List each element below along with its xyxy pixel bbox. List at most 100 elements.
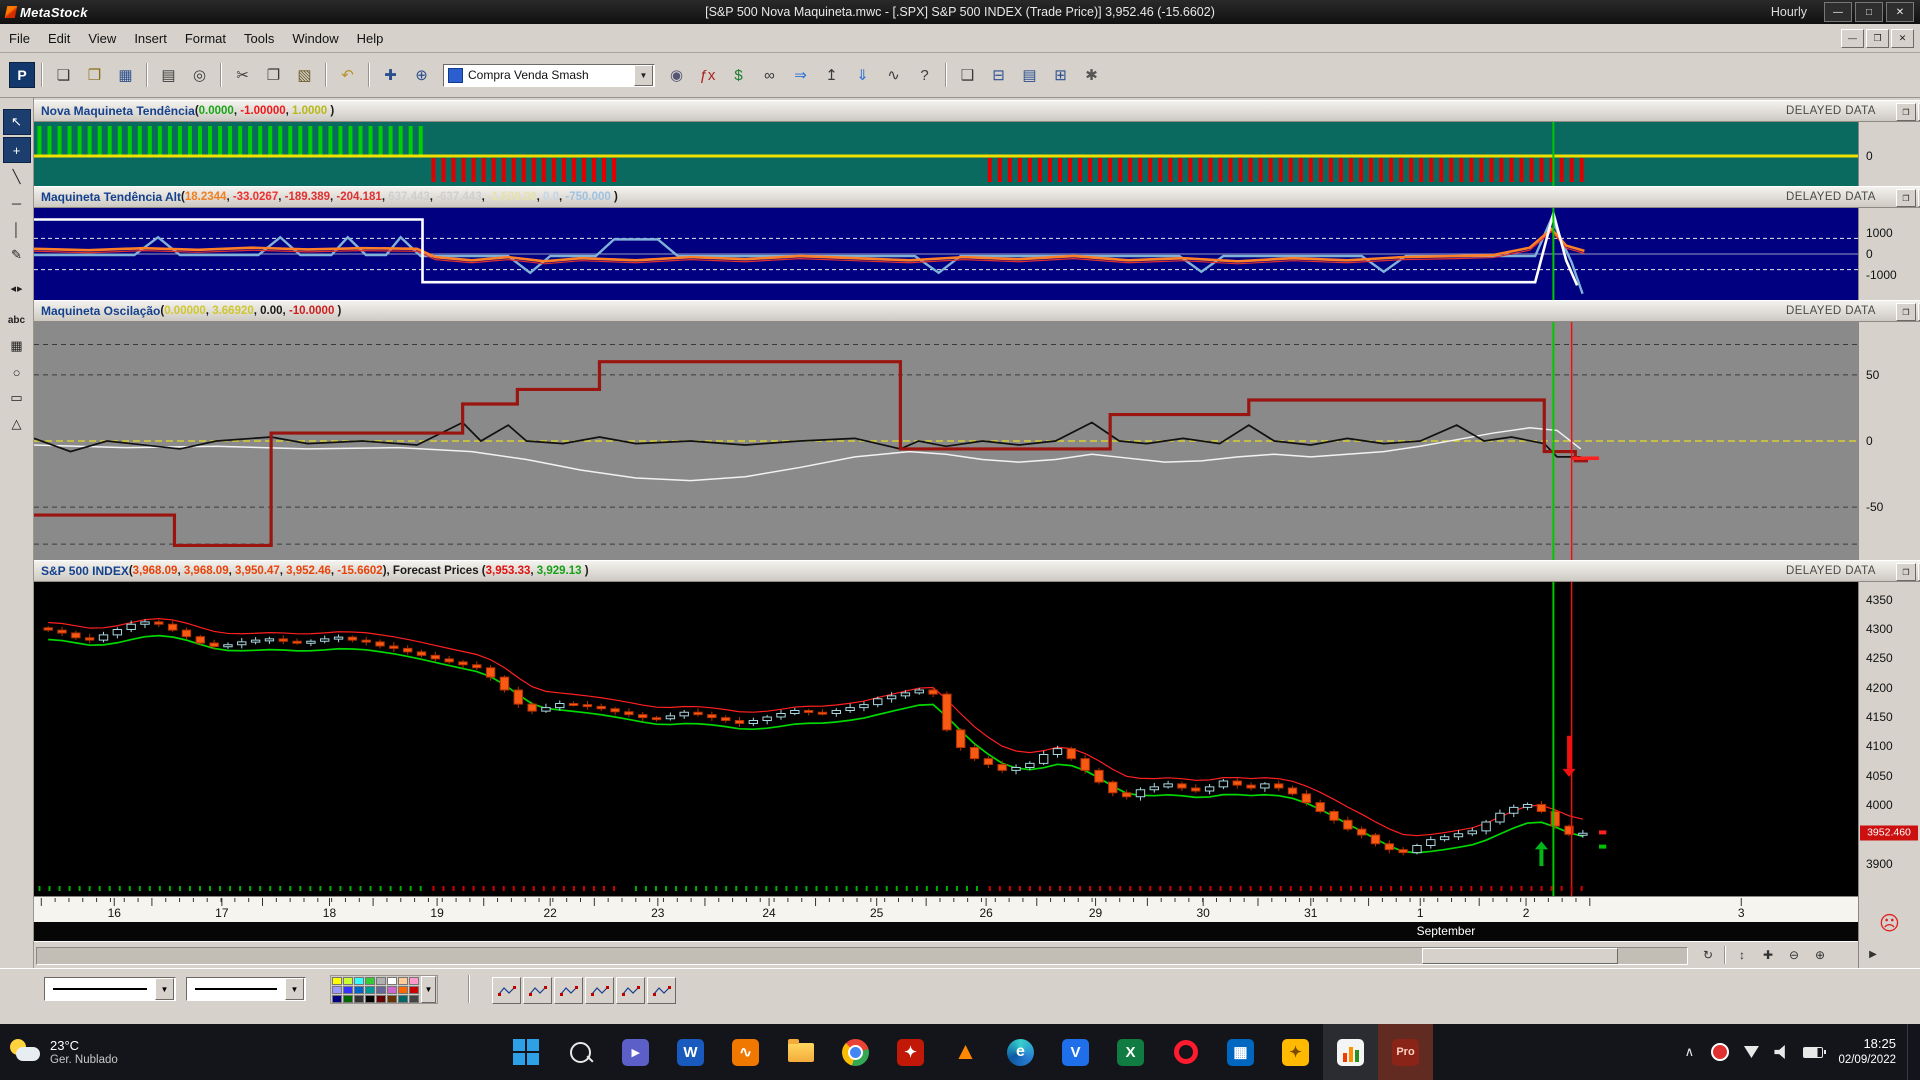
color-swatch[interactable] [398,977,408,985]
zoom-in-button[interactable]: ⊕ [1808,945,1832,965]
menu-help[interactable]: Help [348,27,393,50]
weather-widget[interactable]: 23°CGer. Nublado [10,1024,118,1080]
menu-window[interactable]: Window [283,27,347,50]
panel-chart-area-1[interactable] [34,122,1858,186]
color-palette[interactable]: ▼ [330,975,438,1004]
menu-insert[interactable]: Insert [125,27,176,50]
panel-restore-button[interactable]: ❐ [1896,189,1916,207]
chevron-down-icon[interactable]: ▼ [155,978,174,1000]
search-button[interactable] [553,1024,608,1080]
menu-format[interactable]: Format [176,27,235,50]
panel-chart-area-3[interactable] [34,322,1858,560]
scrollbar-thumb[interactable] [1422,948,1618,964]
preset-dropdown[interactable]: Compra Venda Smash▼ [443,64,655,87]
app-edge[interactable]: e [993,1024,1048,1080]
text-tool[interactable]: abc [4,308,30,332]
open-button[interactable]: ❒ [80,61,109,89]
vertical-zoom-button[interactable]: ↕ [1730,945,1754,965]
color-swatch[interactable] [409,977,419,985]
chart-preset-6[interactable] [647,977,676,1004]
grid-tool[interactable]: ▦ [4,334,30,358]
app-chrome[interactable] [828,1024,883,1080]
color-swatch[interactable] [332,977,342,985]
study-line-tool[interactable]: ✎ [4,243,30,267]
scroll-right-button[interactable]: ▸ [17,282,23,295]
menu-file[interactable]: File [0,27,39,50]
color-swatch[interactable] [354,986,364,994]
system-tester-button[interactable]: ∿ [879,61,908,89]
line-weight-select[interactable]: ▼ [186,977,306,1001]
color-swatch[interactable] [398,986,408,994]
indicator-quicklist-button[interactable]: ◉ [662,61,691,89]
color-swatch[interactable] [365,977,375,985]
color-swatch[interactable] [354,977,364,985]
tile-horizontal-button[interactable]: ⊟ [984,61,1013,89]
color-swatch[interactable] [409,986,419,994]
chart-preset-4[interactable] [585,977,614,1004]
tray-security-icon[interactable] [1708,1040,1732,1064]
expert-advisor-button[interactable]: ⇒ [786,61,815,89]
minimize-button[interactable]: — [1824,2,1852,22]
taskbar-clock[interactable]: 18:2502/09/2022 [1838,1036,1896,1068]
layout-button[interactable]: ↥ [817,61,846,89]
chart-preset-3[interactable] [554,977,583,1004]
volume-icon[interactable] [1770,1040,1794,1064]
app-notes[interactable]: ✦ [1268,1024,1323,1080]
expert-advisor-icon[interactable]: ☹ [1879,914,1900,934]
panel-restore-button[interactable]: ❐ [1896,103,1916,121]
trendline-tool[interactable]: ╲ [4,165,30,189]
color-swatch[interactable] [409,995,419,1003]
menu-tools[interactable]: Tools [235,27,283,50]
color-swatch[interactable] [398,995,408,1003]
scroll-left-button[interactable]: ◂ [10,282,16,295]
color-swatch[interactable] [343,977,353,985]
zoom-mode-button[interactable]: ⊕ [407,61,436,89]
color-swatch[interactable] [354,995,364,1003]
tile-vertical-button[interactable]: ⊞ [1046,61,1075,89]
show-desktop-button[interactable] [1907,1024,1912,1080]
mdi-restore-button[interactable]: ❐ [1866,29,1889,48]
color-swatch[interactable] [376,995,386,1003]
rectangle-tool[interactable]: ▭ [4,386,30,410]
context-help-button[interactable]: ? [910,61,939,89]
money-manager-button[interactable]: $ [724,61,753,89]
close-button[interactable]: ✕ [1886,2,1914,22]
copy-button[interactable]: ❐ [259,61,288,89]
save-button[interactable]: ▦ [111,61,140,89]
app-explorer[interactable] [773,1024,828,1080]
menu-view[interactable]: View [79,27,125,50]
color-swatch[interactable] [343,986,353,994]
pointer-mode-button[interactable]: ✚ [376,61,405,89]
app-opera[interactable] [1158,1024,1213,1080]
paste-button[interactable]: ▧ [290,61,319,89]
color-swatch[interactable] [365,986,375,994]
panel-chart-area-4[interactable] [34,582,1858,896]
ellipse-tool[interactable]: ○ [4,360,30,384]
panel-restore-button[interactable]: ❐ [1896,303,1916,321]
start-button[interactable] [498,1024,553,1080]
maximize-button[interactable]: □ [1855,2,1883,22]
app-calculator[interactable]: ▦ [1213,1024,1268,1080]
pointer-tool[interactable]: ↖ [3,109,31,135]
triangle-tool[interactable]: △ [4,412,30,436]
color-swatch[interactable] [376,986,386,994]
chart-preset-2[interactable] [523,977,552,1004]
color-swatch[interactable] [387,995,397,1003]
new-chart-button[interactable]: ❏ [49,61,78,89]
power-console-button[interactable]: P [9,62,35,88]
app-media[interactable]: ▸ [608,1024,663,1080]
horizontal-line-tool[interactable]: ─ [4,191,30,215]
line-style-select[interactable]: ▼ [44,977,176,1001]
panel-chart-area-2[interactable] [34,208,1858,300]
function-button[interactable]: ƒx [693,61,722,89]
app-metastock-running[interactable] [1323,1024,1378,1080]
color-swatch[interactable] [332,995,342,1003]
battery-icon[interactable] [1801,1040,1825,1064]
wifi-icon[interactable] [1739,1040,1763,1064]
zoom-out-button[interactable]: ⊖ [1782,945,1806,965]
chart-preset-5[interactable] [616,977,645,1004]
explorer-button[interactable]: ∞ [755,61,784,89]
app-metastock[interactable]: ∿ [718,1024,773,1080]
color-swatch[interactable] [376,977,386,985]
options-button[interactable]: ✱ [1077,61,1106,89]
